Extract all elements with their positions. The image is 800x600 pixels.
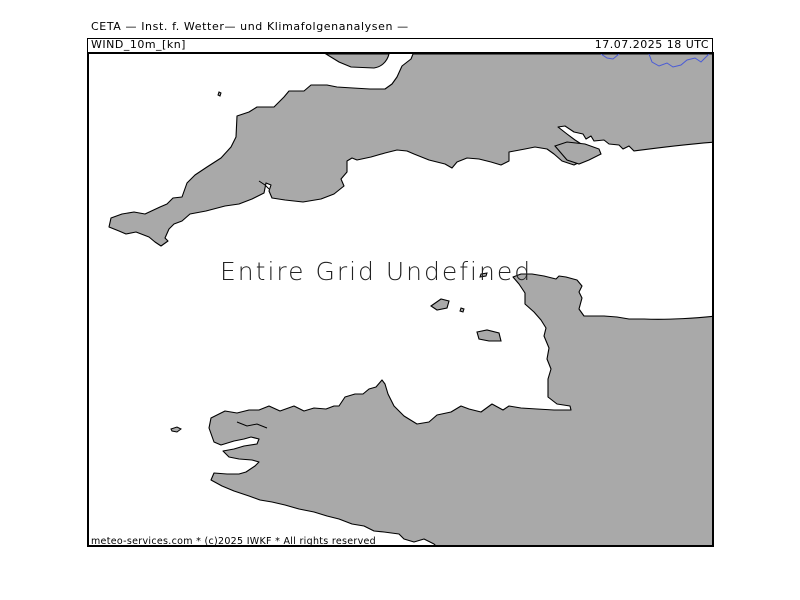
grid-undefined-message: Entire Grid Undefined — [220, 257, 533, 286]
institution-title: CETA — Inst. f. Wetter— und Klimafolgena… — [91, 20, 409, 33]
land-guernsey — [430, 298, 450, 311]
land-sark — [459, 307, 465, 313]
map-panel: Entire Grid Undefined meteo-services.com… — [87, 52, 714, 547]
land-jersey — [476, 329, 502, 342]
land-france-north-coast — [208, 273, 712, 545]
map-canvas — [108, 54, 712, 545]
variable-label: WIND_10m_[kn] — [91, 38, 186, 51]
land-north-coast-fragment — [324, 54, 390, 69]
land-islet-1 — [217, 91, 222, 97]
copyright-footer: meteo-services.com * (c)2025 IWKF * All … — [91, 536, 376, 547]
map-header-bar: WIND_10m_[kn] 17.07.2025 18 UTC — [87, 38, 713, 52]
land-ouessant — [170, 426, 182, 433]
land-southwest-england — [108, 54, 712, 247]
datetime-label: 17.07.2025 18 UTC — [594, 38, 709, 51]
